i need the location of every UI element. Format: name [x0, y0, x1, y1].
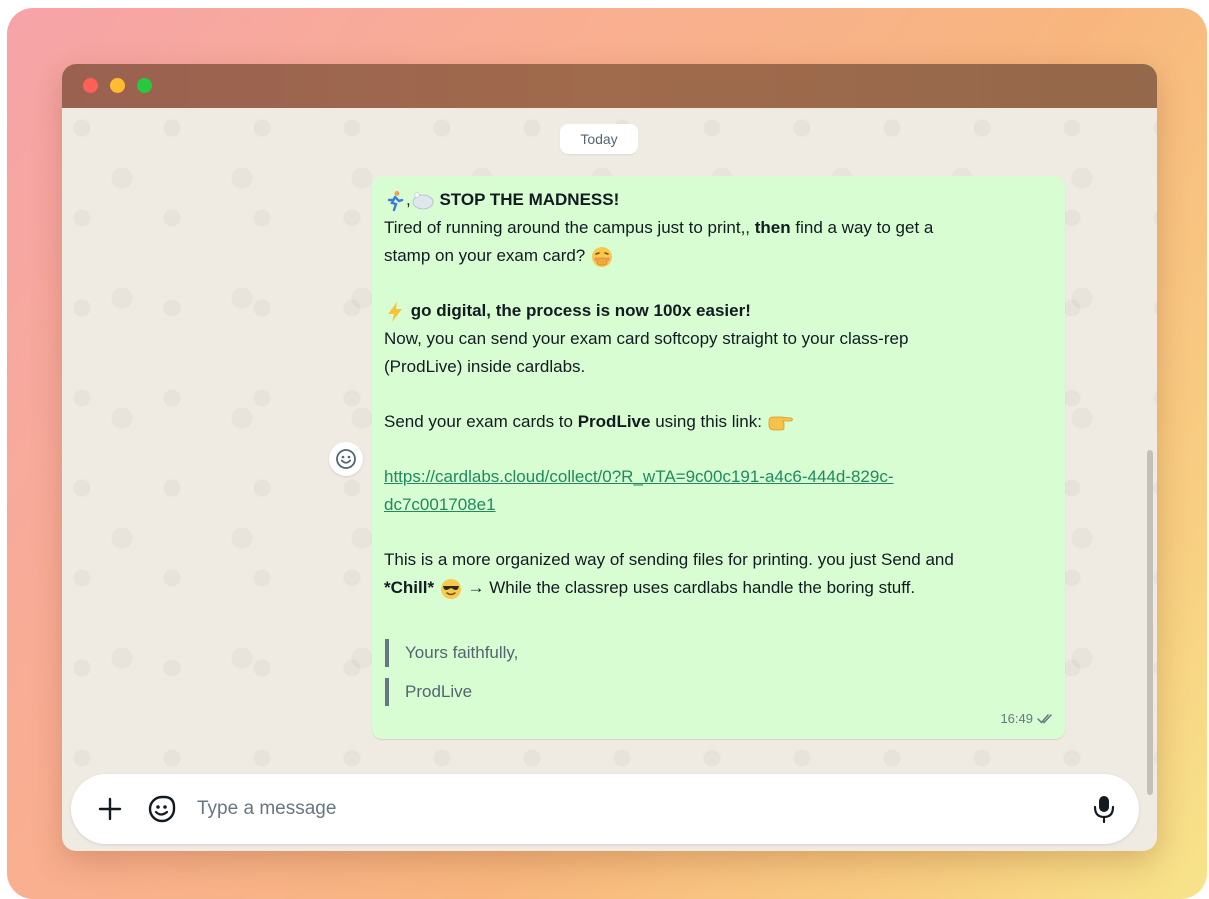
window-titlebar	[62, 64, 1157, 108]
bold-span: ProdLive	[577, 412, 651, 431]
text-span: → While the classrep uses cardlabs handl…	[462, 578, 916, 597]
message-headline: , STOP THE MADNESS!	[384, 186, 1053, 214]
collect-link-continued[interactable]: dc7c001708e1	[384, 495, 496, 514]
message-input[interactable]	[197, 788, 1047, 830]
gradient-backdrop: Today , STOP THE MADNESS! Tired of runni…	[7, 8, 1207, 899]
text-span: Tired of running around the campus just …	[384, 218, 755, 237]
text-span: stamp on your exam card?	[384, 246, 586, 265]
face-hand-over-mouth-icon	[592, 246, 612, 267]
text-span: Send your exam cards to	[384, 412, 578, 431]
close-window-button[interactable]	[83, 78, 98, 93]
message-paragraph-6: Send your exam cards to ProdLive using t…	[384, 408, 1053, 436]
runner-icon	[387, 190, 404, 211]
text-span: find a way to get a	[790, 218, 934, 237]
message-paragraph-3: go digital, the process is now 100x easi…	[384, 297, 1053, 325]
quote-line-1: Yours faithfully,	[385, 639, 1053, 667]
quote-line-2: ProdLive	[385, 678, 1053, 706]
lightning-icon	[388, 301, 402, 322]
sticker-emoji-icon[interactable]	[147, 794, 177, 824]
chat-scrollbar[interactable]	[1147, 450, 1153, 795]
message-paragraph-5: (ProdLive) inside cardlabs.	[384, 357, 586, 376]
message-link-line-1[interactable]: https://cardlabs.cloud/collect/0?R_wTA=9…	[384, 463, 1053, 491]
sunglasses-face-icon	[440, 578, 461, 599]
message-paragraph-7: This is a more organized way of sending …	[384, 550, 954, 569]
message-composer	[71, 774, 1139, 844]
message-meta: 16:49	[1000, 705, 1055, 733]
chat-area[interactable]: Today , STOP THE MADNESS! Tired of runni…	[62, 108, 1157, 795]
smiley-icon	[336, 449, 356, 469]
chat-window: Today , STOP THE MADNESS! Tired of runni…	[62, 64, 1157, 851]
soap-icon	[412, 191, 434, 210]
microphone-icon[interactable]	[1093, 794, 1115, 824]
message-time: 16:49	[1000, 711, 1033, 726]
bold-span: then	[754, 218, 791, 237]
bold-span: go digital, the process is now 100x easi…	[410, 301, 751, 320]
message-paragraph-8: *Chill* → While the classrep uses cardla…	[384, 574, 1053, 602]
date-separator: Today	[560, 124, 638, 154]
message-link-line-2[interactable]: dc7c001708e1	[384, 491, 1053, 519]
bold-span: *Chill*	[384, 578, 435, 597]
attach-plus-icon[interactable]	[97, 796, 123, 822]
message-bubble[interactable]: , STOP THE MADNESS! Tired of running aro…	[372, 176, 1065, 739]
minimize-window-button[interactable]	[110, 78, 125, 93]
message-paragraph-4: Now, you can send your exam card softcop…	[384, 329, 909, 348]
collect-link[interactable]: https://cardlabs.cloud/collect/0?R_wTA=9…	[384, 467, 894, 486]
message-paragraph-2: stamp on your exam card?	[384, 242, 1053, 270]
react-emoji-button[interactable]	[329, 442, 363, 476]
maximize-window-button[interactable]	[137, 78, 152, 93]
double-check-icon	[1037, 714, 1052, 724]
message-paragraph-1: Tired of running around the campus just …	[384, 214, 1053, 242]
headline-text: STOP THE MADNESS!	[439, 190, 620, 209]
pointing-hand-icon	[768, 416, 793, 430]
text-span: using this link:	[650, 412, 762, 431]
